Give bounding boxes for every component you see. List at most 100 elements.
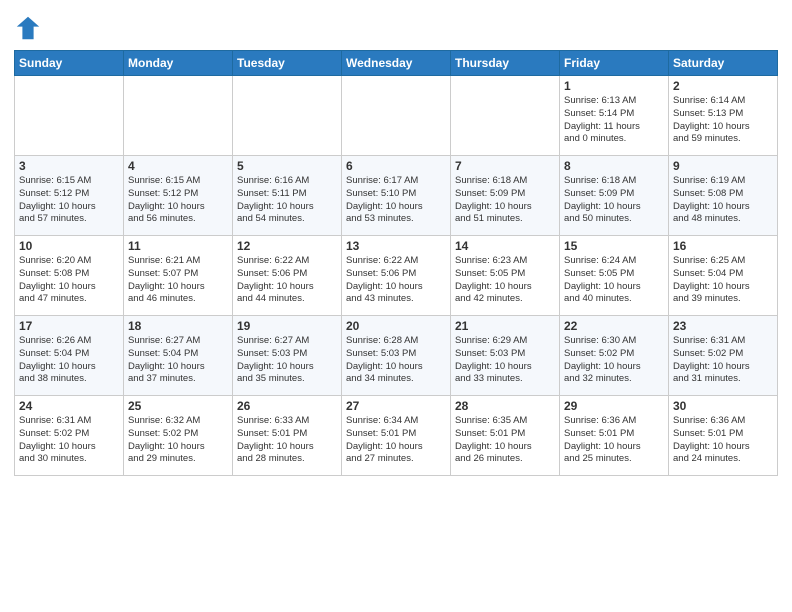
day-cell: 20 Sunrise: 6:28 AM Sunset: 5:03 PM Dayli… xyxy=(342,316,451,396)
day-info: Sunrise: 6:15 AM Sunset: 5:12 PM Dayligh… xyxy=(19,175,119,226)
day-info: Sunrise: 6:14 AM Sunset: 5:13 PM Dayligh… xyxy=(673,95,773,146)
calendar-header: SundayMondayTuesdayWednesdayThursdayFrid… xyxy=(15,51,778,76)
day-cell: 24 Sunrise: 6:31 AM Sunset: 5:02 PM Dayli… xyxy=(15,396,124,476)
col-header-saturday: Saturday xyxy=(669,51,778,76)
day-cell xyxy=(15,76,124,156)
col-header-friday: Friday xyxy=(560,51,669,76)
day-cell: 14 Sunrise: 6:23 AM Sunset: 5:05 PM Dayli… xyxy=(451,236,560,316)
day-cell: 13Sunrise: 6:22 AM Sunset: 5:06 PM Dayli… xyxy=(342,236,451,316)
col-header-wednesday: Wednesday xyxy=(342,51,451,76)
day-number: 8 xyxy=(564,159,664,173)
day-cell: 19Sunrise: 6:27 AM Sunset: 5:03 PM Dayli… xyxy=(233,316,342,396)
day-number: 14 xyxy=(455,239,555,253)
day-info: Sunrise: 6:35 AM Sunset: 5:01 PM Dayligh… xyxy=(455,415,555,466)
day-cell xyxy=(451,76,560,156)
day-cell xyxy=(342,76,451,156)
day-number: 5 xyxy=(237,159,337,173)
week-row-1: 3Sunrise: 6:15 AM Sunset: 5:12 PM Daylig… xyxy=(15,156,778,236)
day-info: Sunrise: 6:17 AM Sunset: 5:10 PM Dayligh… xyxy=(346,175,446,226)
day-number: 21 xyxy=(455,319,555,333)
week-row-0: 1 Sunrise: 6:13 AM Sunset: 5:14 PM Daylig… xyxy=(15,76,778,156)
day-info: Sunrise: 6:19 AM Sunset: 5:08 PM Dayligh… xyxy=(673,175,773,226)
col-header-monday: Monday xyxy=(124,51,233,76)
day-cell: 23Sunrise: 6:31 AM Sunset: 5:02 PM Dayli… xyxy=(669,316,778,396)
day-cell: 21 Sunrise: 6:29 AM Sunset: 5:03 PM Dayli… xyxy=(451,316,560,396)
day-cell: 4 Sunrise: 6:15 AM Sunset: 5:12 PM Daylig… xyxy=(124,156,233,236)
day-info: Sunrise: 6:31 AM Sunset: 5:02 PM Dayligh… xyxy=(19,415,119,466)
day-cell: 12 Sunrise: 6:22 AM Sunset: 5:06 PM Dayli… xyxy=(233,236,342,316)
day-cell: 25Sunrise: 6:32 AM Sunset: 5:02 PM Dayli… xyxy=(124,396,233,476)
day-info: Sunrise: 6:30 AM Sunset: 5:02 PM Dayligh… xyxy=(564,335,664,386)
day-number: 7 xyxy=(455,159,555,173)
day-cell: 30 Sunrise: 6:36 AM Sunset: 5:01 PM Dayli… xyxy=(669,396,778,476)
day-number: 20 xyxy=(346,319,446,333)
col-header-sunday: Sunday xyxy=(15,51,124,76)
day-cell: 6 Sunrise: 6:17 AM Sunset: 5:10 PM Daylig… xyxy=(342,156,451,236)
day-info: Sunrise: 6:21 AM Sunset: 5:07 PM Dayligh… xyxy=(128,255,228,306)
day-number: 6 xyxy=(346,159,446,173)
day-info: Sunrise: 6:15 AM Sunset: 5:12 PM Dayligh… xyxy=(128,175,228,226)
day-cell: 5 Sunrise: 6:16 AM Sunset: 5:11 PM Daylig… xyxy=(233,156,342,236)
day-number: 28 xyxy=(455,399,555,413)
day-number: 1 xyxy=(564,79,664,93)
day-info: Sunrise: 6:22 AM Sunset: 5:06 PM Dayligh… xyxy=(237,255,337,306)
logo xyxy=(14,14,45,42)
day-number: 13 xyxy=(346,239,446,253)
day-number: 12 xyxy=(237,239,337,253)
day-cell: 15 Sunrise: 6:24 AM Sunset: 5:05 PM Dayli… xyxy=(560,236,669,316)
page-container: SundayMondayTuesdayWednesdayThursdayFrid… xyxy=(0,0,792,490)
day-number: 27 xyxy=(346,399,446,413)
day-cell: 29 Sunrise: 6:36 AM Sunset: 5:01 PM Dayli… xyxy=(560,396,669,476)
day-number: 4 xyxy=(128,159,228,173)
day-info: Sunrise: 6:28 AM Sunset: 5:03 PM Dayligh… xyxy=(346,335,446,386)
day-cell: 8 Sunrise: 6:18 AM Sunset: 5:09 PM Daylig… xyxy=(560,156,669,236)
day-cell: 22Sunrise: 6:30 AM Sunset: 5:02 PM Dayli… xyxy=(560,316,669,396)
day-number: 30 xyxy=(673,399,773,413)
header-row: SundayMondayTuesdayWednesdayThursdayFrid… xyxy=(15,51,778,76)
day-cell xyxy=(233,76,342,156)
day-info: Sunrise: 6:29 AM Sunset: 5:03 PM Dayligh… xyxy=(455,335,555,386)
day-number: 15 xyxy=(564,239,664,253)
calendar-table: SundayMondayTuesdayWednesdayThursdayFrid… xyxy=(14,50,778,476)
day-number: 16 xyxy=(673,239,773,253)
day-number: 24 xyxy=(19,399,119,413)
day-info: Sunrise: 6:13 AM Sunset: 5:14 PM Dayligh… xyxy=(564,95,664,146)
day-info: Sunrise: 6:16 AM Sunset: 5:11 PM Dayligh… xyxy=(237,175,337,226)
day-info: Sunrise: 6:23 AM Sunset: 5:05 PM Dayligh… xyxy=(455,255,555,306)
day-cell: 11 Sunrise: 6:21 AM Sunset: 5:07 PM Dayli… xyxy=(124,236,233,316)
day-number: 23 xyxy=(673,319,773,333)
day-info: Sunrise: 6:36 AM Sunset: 5:01 PM Dayligh… xyxy=(564,415,664,466)
day-cell: 9 Sunrise: 6:19 AM Sunset: 5:08 PM Daylig… xyxy=(669,156,778,236)
day-info: Sunrise: 6:25 AM Sunset: 5:04 PM Dayligh… xyxy=(673,255,773,306)
day-info: Sunrise: 6:26 AM Sunset: 5:04 PM Dayligh… xyxy=(19,335,119,386)
week-row-4: 24 Sunrise: 6:31 AM Sunset: 5:02 PM Dayli… xyxy=(15,396,778,476)
day-cell: 1 Sunrise: 6:13 AM Sunset: 5:14 PM Daylig… xyxy=(560,76,669,156)
day-cell xyxy=(124,76,233,156)
day-number: 25 xyxy=(128,399,228,413)
logo-icon xyxy=(14,14,42,42)
calendar-body: 1 Sunrise: 6:13 AM Sunset: 5:14 PM Daylig… xyxy=(15,76,778,476)
day-info: Sunrise: 6:24 AM Sunset: 5:05 PM Dayligh… xyxy=(564,255,664,306)
day-number: 26 xyxy=(237,399,337,413)
day-number: 9 xyxy=(673,159,773,173)
day-number: 18 xyxy=(128,319,228,333)
day-info: Sunrise: 6:34 AM Sunset: 5:01 PM Dayligh… xyxy=(346,415,446,466)
day-cell: 27 Sunrise: 6:34 AM Sunset: 5:01 PM Dayli… xyxy=(342,396,451,476)
day-cell: 7 Sunrise: 6:18 AM Sunset: 5:09 PM Daylig… xyxy=(451,156,560,236)
header xyxy=(14,10,778,42)
day-info: Sunrise: 6:20 AM Sunset: 5:08 PM Dayligh… xyxy=(19,255,119,306)
day-info: Sunrise: 6:18 AM Sunset: 5:09 PM Dayligh… xyxy=(455,175,555,226)
day-cell: 26 Sunrise: 6:33 AM Sunset: 5:01 PM Dayli… xyxy=(233,396,342,476)
col-header-tuesday: Tuesday xyxy=(233,51,342,76)
day-number: 29 xyxy=(564,399,664,413)
day-number: 11 xyxy=(128,239,228,253)
day-info: Sunrise: 6:18 AM Sunset: 5:09 PM Dayligh… xyxy=(564,175,664,226)
day-number: 10 xyxy=(19,239,119,253)
day-info: Sunrise: 6:27 AM Sunset: 5:04 PM Dayligh… xyxy=(128,335,228,386)
day-info: Sunrise: 6:27 AM Sunset: 5:03 PM Dayligh… xyxy=(237,335,337,386)
day-info: Sunrise: 6:36 AM Sunset: 5:01 PM Dayligh… xyxy=(673,415,773,466)
day-info: Sunrise: 6:33 AM Sunset: 5:01 PM Dayligh… xyxy=(237,415,337,466)
day-cell: 17Sunrise: 6:26 AM Sunset: 5:04 PM Dayli… xyxy=(15,316,124,396)
day-cell: 28 Sunrise: 6:35 AM Sunset: 5:01 PM Dayli… xyxy=(451,396,560,476)
day-cell: 16 Sunrise: 6:25 AM Sunset: 5:04 PM Dayli… xyxy=(669,236,778,316)
